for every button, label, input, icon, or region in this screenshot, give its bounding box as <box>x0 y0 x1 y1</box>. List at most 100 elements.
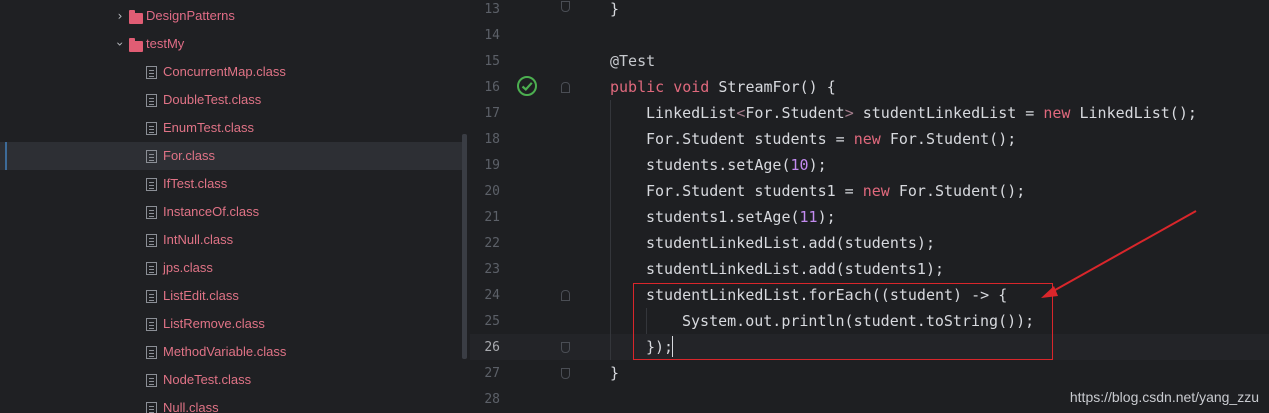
tree-item-file[interactable]: EnumTest.class <box>0 114 462 142</box>
tree-item-label: For.class <box>163 148 216 163</box>
tree-item-file[interactable]: IntNull.class <box>0 226 462 254</box>
class-file-icon <box>146 150 157 163</box>
tree-item-file[interactable]: IfTest.class <box>0 170 462 198</box>
class-file-icon <box>146 290 157 303</box>
class-file-icon <box>146 122 157 135</box>
code-text: For.Student students1 = <box>646 182 863 200</box>
tree-item-file[interactable]: DoubleTest.class <box>0 86 462 114</box>
number-literal: 10 <box>790 156 809 174</box>
line-number: 22 <box>484 236 500 251</box>
code-text: students1.setAge( <box>646 208 800 226</box>
code-text: ); <box>817 208 836 226</box>
code-line-13: } <box>610 0 619 22</box>
number-literal: 11 <box>799 208 818 226</box>
class-file-icon <box>146 178 157 191</box>
class-file-icon <box>146 346 157 359</box>
project-tree-panel: › DesignPatterns › testMy ConcurrentMap.… <box>0 0 470 413</box>
class-file-icon <box>146 318 157 331</box>
run-test-icon[interactable] <box>516 75 538 97</box>
fold-marker-icon[interactable] <box>561 1 570 12</box>
fold-marker-icon[interactable] <box>561 342 570 353</box>
keyword-text: new <box>862 182 890 200</box>
class-file-icon <box>146 206 157 219</box>
line-number: 15 <box>484 54 500 69</box>
code-text: For.Student <box>745 104 845 122</box>
tree-item-file[interactable]: InstanceOf.class <box>0 198 462 226</box>
line-number: 21 <box>484 210 500 225</box>
tree-item-label: testMy <box>146 36 185 51</box>
tree-item-file[interactable]: ConcurrentMap.class <box>0 58 462 86</box>
tree-item-label: DesignPatterns <box>146 8 235 23</box>
keyword-text: new <box>853 130 881 148</box>
line-number: 14 <box>484 28 500 43</box>
line-number: 23 <box>484 262 500 277</box>
keyword-text: public void <box>610 78 710 96</box>
tree-item-label: IfTest.class <box>163 176 228 191</box>
code-text: studentLinkedList.add(students1); <box>646 260 945 278</box>
line-number: 16 <box>484 80 500 95</box>
code-text: } <box>610 364 620 382</box>
chevron-right-icon[interactable]: › <box>115 9 125 23</box>
tree-item-label: ListEdit.class <box>163 288 239 303</box>
fold-marker-icon[interactable] <box>561 368 570 379</box>
tree-item-label: DoubleTest.class <box>163 92 262 107</box>
code-line-19: students.setAge(10); <box>646 152 827 178</box>
code-line-22: studentLinkedList.add(students); <box>646 230 935 256</box>
code-line-17: LinkedList<For.Student> studentLinkedLis… <box>646 100 1197 126</box>
code-text: LinkedList <box>646 104 737 122</box>
tree-item-label: EnumTest.class <box>163 120 255 135</box>
folder-icon <box>129 38 143 52</box>
code-line-18: For.Student students = new For.Student()… <box>646 126 1016 152</box>
code-line-15: @Test <box>610 48 655 74</box>
tree-item-label: jps.class <box>163 260 213 275</box>
class-file-icon <box>146 234 157 247</box>
code-text: studentLinkedList.add(students); <box>646 234 935 252</box>
tree-item-designpatterns[interactable]: › DesignPatterns <box>0 2 462 30</box>
tree-item-file[interactable]: NodeTest.class <box>0 366 462 394</box>
tree-scrollbar[interactable] <box>462 134 467 359</box>
fold-marker-icon[interactable] <box>561 290 570 301</box>
indent-guide <box>610 100 611 360</box>
line-number: 24 <box>484 288 500 303</box>
line-number: 20 <box>484 184 500 199</box>
tree-item-file[interactable]: jps.class <box>0 254 462 282</box>
line-number: 18 <box>484 132 500 147</box>
tree-item-label: ListRemove.class <box>163 316 265 331</box>
keyword-text: new <box>1043 104 1071 122</box>
tree-item-file[interactable]: ListRemove.class <box>0 310 462 338</box>
code-text: students.setAge( <box>646 156 791 174</box>
tree-item-label: Null.class <box>163 400 219 413</box>
tree-item-file[interactable]: MethodVariable.class <box>0 338 462 366</box>
tree-item-label: ConcurrentMap.class <box>163 64 286 79</box>
line-number-current: 26 <box>484 340 500 355</box>
fold-marker-icon[interactable] <box>561 82 570 93</box>
tree-item-testmy[interactable]: › testMy <box>0 30 462 58</box>
class-file-icon <box>146 66 157 79</box>
tree-item-file-selected[interactable]: For.class <box>0 142 462 170</box>
code-line-27: } <box>610 360 619 386</box>
code-text: For.Student(); <box>880 130 1017 148</box>
line-number: 27 <box>484 366 500 381</box>
generic-bracket: < <box>736 104 746 122</box>
line-number: 17 <box>484 106 500 121</box>
tree-item-file[interactable]: Null.class <box>0 394 462 413</box>
highlight-box <box>633 283 1053 360</box>
class-file-icon <box>146 94 157 107</box>
tree-item-label: InstanceOf.class <box>163 204 260 219</box>
watermark: https://blog.csdn.net/yang_zzu <box>1069 389 1259 405</box>
code-text: studentLinkedList = <box>853 104 1044 122</box>
code-text: LinkedList(); <box>1070 104 1197 122</box>
class-file-icon <box>146 402 157 413</box>
tree-item-file[interactable]: ListEdit.class <box>0 282 462 310</box>
tree-item-label: IntNull.class <box>163 232 234 247</box>
chevron-down-icon[interactable]: › <box>113 39 127 49</box>
folder-icon <box>129 10 143 24</box>
tree-item-label: NodeTest.class <box>163 372 252 387</box>
line-number: 19 <box>484 158 500 173</box>
code-line-20: For.Student students1 = new For.Student(… <box>646 178 1025 204</box>
line-number: 28 <box>484 392 500 407</box>
code-text: StreamFor() { <box>709 78 836 96</box>
code-text: For.Student(); <box>889 182 1026 200</box>
class-file-icon <box>146 262 157 275</box>
line-number: 25 <box>484 314 500 329</box>
